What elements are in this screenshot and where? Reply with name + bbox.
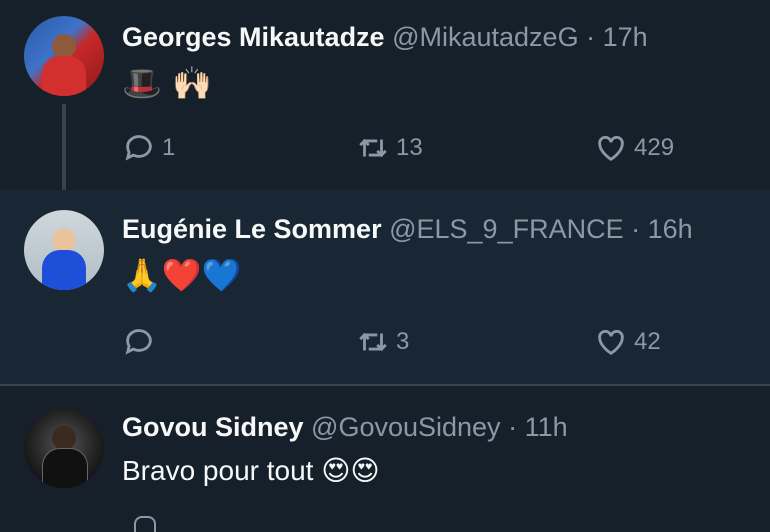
tweet-header: Georges Mikautadze @MikautadzeG · 17h: [122, 22, 648, 53]
like-button[interactable]: 429: [594, 128, 674, 168]
display-name[interactable]: Georges Mikautadze: [122, 22, 385, 52]
like-button[interactable]: 42: [594, 322, 661, 362]
tweet[interactable]: Georges Mikautadze @MikautadzeG · 17h 🎩 …: [0, 0, 770, 190]
reply-icon: [125, 135, 152, 161]
reply-feed: Georges Mikautadze @MikautadzeG · 17h 🎩 …: [0, 0, 770, 532]
timestamp[interactable]: 17h: [603, 22, 648, 52]
reply-count: 1: [162, 134, 176, 161]
tweet-header: Eugénie Le Sommer @ELS_9_FRANCE · 16h: [122, 214, 693, 245]
tweet-text: 🙏❤️💙: [122, 256, 242, 294]
retweet-button[interactable]: 13: [356, 128, 423, 168]
tweet-text: 🎩 🙌🏻: [122, 64, 212, 102]
display-name[interactable]: Govou Sidney: [122, 412, 304, 442]
tweet-text: Bravo pour tout 😍😍: [122, 455, 380, 486]
user-handle[interactable]: @ELS_9_FRANCE: [389, 214, 624, 244]
heart-icon: [598, 329, 624, 356]
timestamp[interactable]: 11h: [525, 412, 568, 442]
reply-icon[interactable]: [134, 516, 156, 532]
tweet-text-content: 🙏❤️💙: [122, 256, 242, 294]
user-handle[interactable]: @MikautadzeG: [392, 22, 578, 52]
separator-dot: ·: [508, 412, 518, 442]
like-count: 42: [634, 328, 661, 355]
avatar[interactable]: [24, 408, 104, 488]
thread-connector: [62, 104, 66, 204]
tweet-header: Govou Sidney @GovouSidney · 11h: [122, 412, 568, 443]
retweet-count: 13: [396, 134, 423, 161]
user-handle[interactable]: @GovouSidney: [311, 412, 501, 442]
avatar-head: [52, 34, 76, 58]
separator-dot: ·: [586, 22, 596, 52]
avatar-suit: [42, 448, 88, 488]
tweet[interactable]: [0, 386, 770, 524]
retweet-button[interactable]: 3: [356, 322, 409, 362]
avatar[interactable]: [24, 210, 104, 290]
avatar[interactable]: [24, 16, 104, 96]
tweet-text-content: 🎩 🙌🏻: [122, 64, 212, 102]
timestamp[interactable]: 16h: [648, 214, 693, 244]
like-count: 429: [634, 134, 675, 161]
avatar-head: [52, 228, 76, 252]
heart-icon: [598, 135, 624, 162]
separator-dot: ·: [631, 214, 641, 244]
retweet-count: 3: [396, 328, 410, 355]
avatar-jersey: [42, 56, 86, 96]
reply-button[interactable]: [122, 322, 162, 362]
display-name[interactable]: Eugénie Le Sommer: [122, 214, 382, 244]
retweet-icon: [359, 332, 387, 352]
avatar-jersey: [42, 250, 86, 290]
reply-button[interactable]: 1: [122, 128, 175, 168]
retweet-icon: [359, 138, 387, 158]
avatar-head: [52, 426, 76, 450]
reply-icon: [125, 329, 152, 355]
